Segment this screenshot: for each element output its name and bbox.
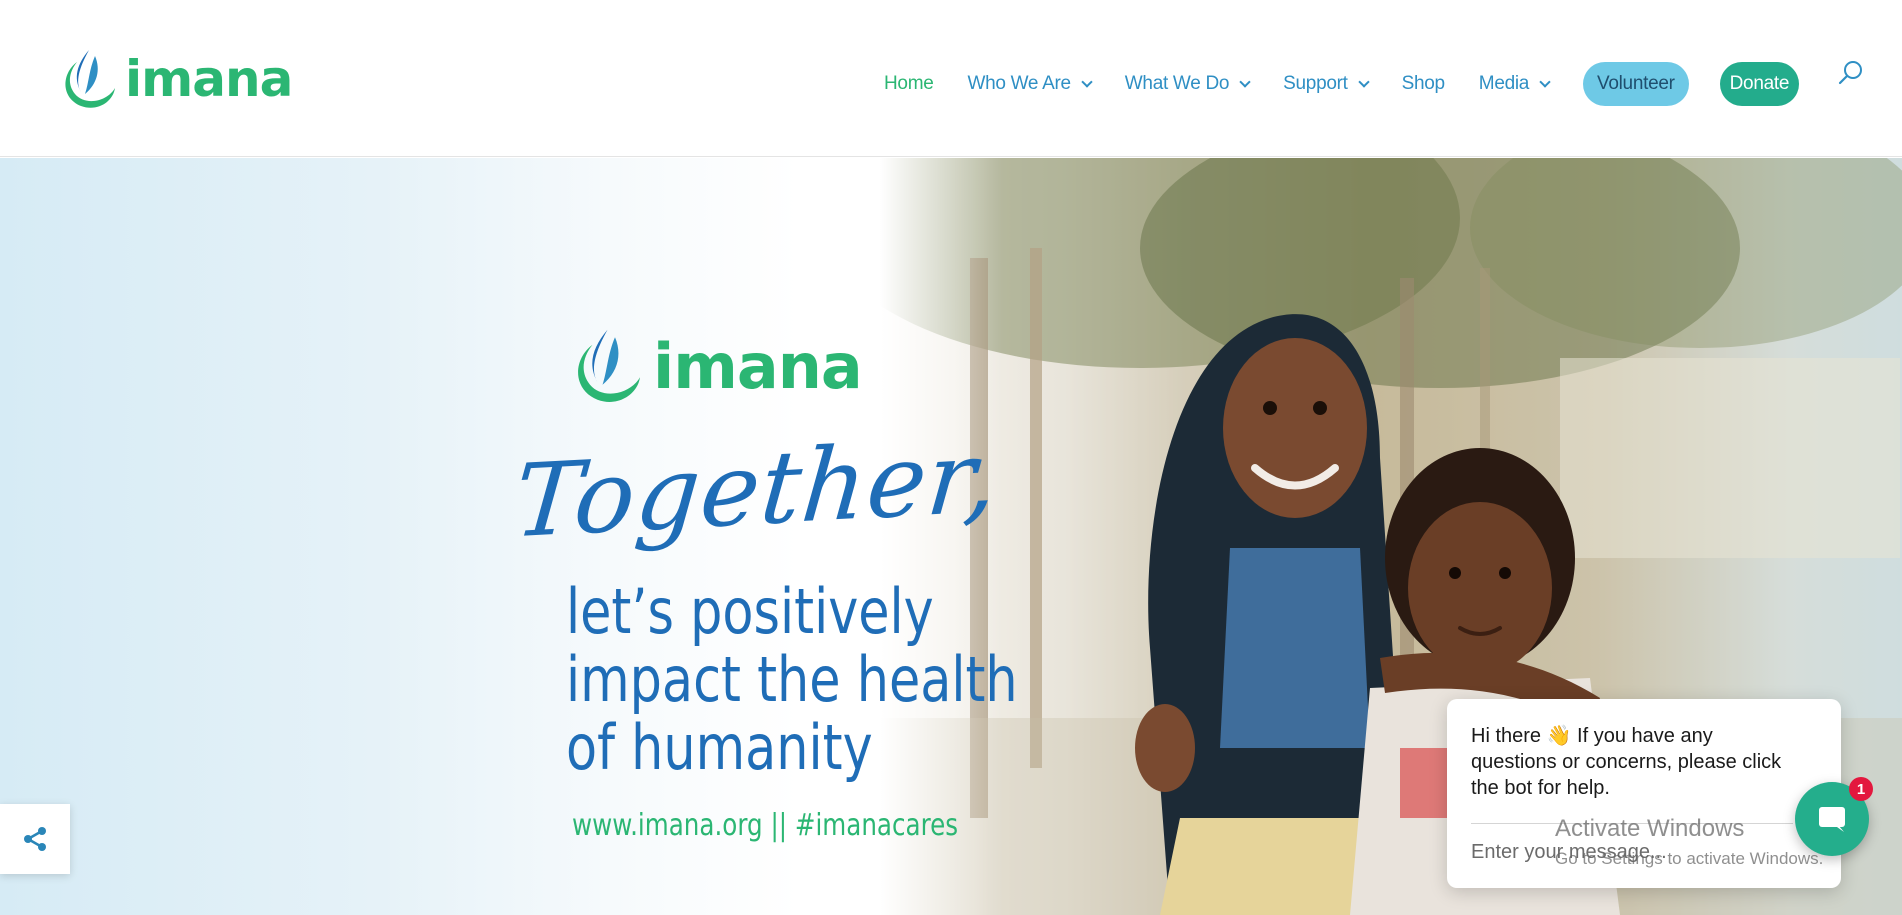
hero-logo-wordmark: imana <box>653 329 863 403</box>
search-icon[interactable] <box>1838 60 1864 86</box>
flame-logo-icon <box>65 50 115 108</box>
chat-greeting-message: Hi there 👋 If you have any questions or … <box>1471 725 1782 799</box>
site-logo[interactable]: imana <box>55 44 293 114</box>
hero-url-hashtag: www.imana.org || #imanacares <box>572 808 959 843</box>
donate-button[interactable]: Donate <box>1719 62 1800 106</box>
nav-support-label: Support <box>1283 73 1348 94</box>
share-button[interactable] <box>0 804 70 874</box>
hero-logo: imana <box>565 318 863 414</box>
nav-shop[interactable]: Shop <box>1402 73 1445 95</box>
nav-what-we-do[interactable]: What We Do <box>1124 73 1251 95</box>
main-nav: Home Who We Are What We Do Support Shop … <box>884 62 1800 106</box>
nav-media[interactable]: Media <box>1478 73 1551 95</box>
chevron-down-icon <box>1081 75 1093 88</box>
hero-tagline: let’s positively impact the health of hu… <box>566 578 1018 782</box>
nav-who-we-are-label: Who We Are <box>967 73 1071 94</box>
volunteer-button[interactable]: Volunteer <box>1583 62 1689 106</box>
hero-tagline-line: of humanity <box>566 711 873 784</box>
chat-divider <box>1471 823 1793 824</box>
chat-popup: Hi there 👋 If you have any questions or … <box>1447 699 1841 888</box>
chat-unread-badge: 1 <box>1849 777 1873 801</box>
chevron-down-icon <box>1539 75 1551 88</box>
nav-what-we-do-label: What We Do <box>1124 73 1230 94</box>
site-header: imana Home Who We Are What We Do Support… <box>0 0 1902 157</box>
logo-wordmark: imana <box>125 50 293 108</box>
chat-bubble-icon <box>1819 807 1845 832</box>
nav-shop-label: Shop <box>1401 73 1445 94</box>
chevron-down-icon <box>1357 75 1370 88</box>
nav-media-label: Media <box>1478 73 1530 94</box>
hero-tagline-line: impact the health <box>566 643 1018 716</box>
nav-support[interactable]: Support <box>1283 73 1370 95</box>
share-icon <box>24 827 46 851</box>
nav-home-label: Home <box>884 73 934 94</box>
chat-message-input[interactable] <box>1471 841 1731 864</box>
flame-logo-icon <box>578 329 640 402</box>
nav-who-we-are[interactable]: Who We Are <box>967 73 1093 95</box>
hero-tagline-line: let’s positively <box>566 575 934 648</box>
nav-home[interactable]: Home <box>884 73 934 95</box>
chevron-down-icon <box>1239 75 1251 88</box>
